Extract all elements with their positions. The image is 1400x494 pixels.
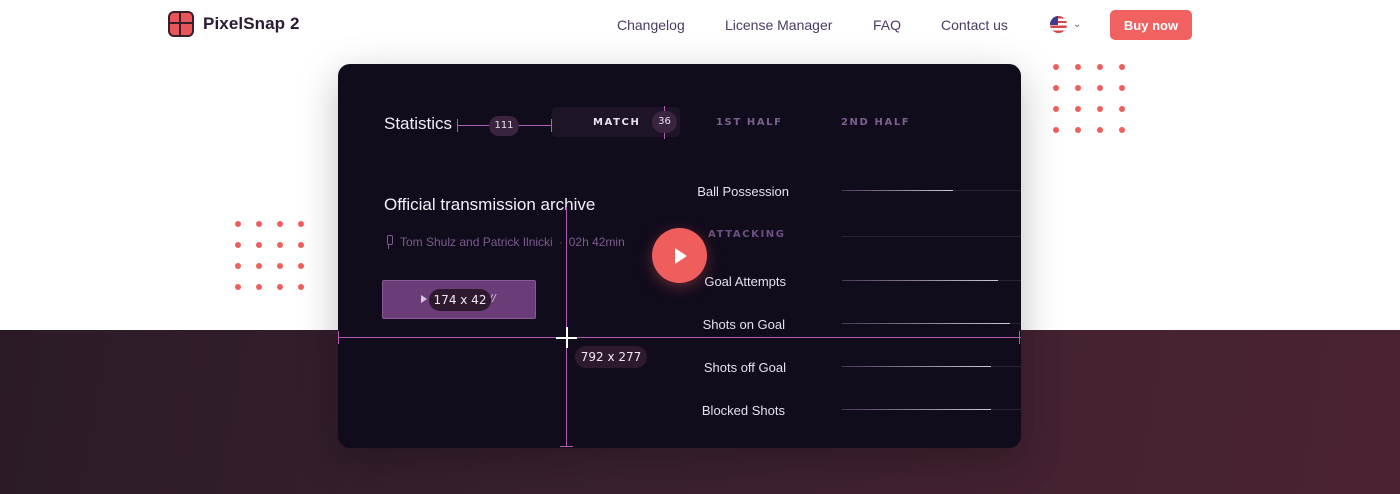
measure-horizontal-line xyxy=(338,337,1021,338)
play-small-icon xyxy=(421,295,427,303)
stat-label-shots-on-goal: Shots on Goal xyxy=(702,317,785,332)
us-flag-icon xyxy=(1050,16,1067,33)
duration: 02h 42min xyxy=(568,235,625,249)
nav-license-manager[interactable]: License Manager xyxy=(725,17,832,33)
language-selector[interactable]: ⌄ xyxy=(1050,16,1081,33)
archive-meta: Tom Shulz and Patrick Ilnicki · 02h 42mi… xyxy=(384,235,625,249)
section-label-attacking: ATTACKING xyxy=(708,229,786,240)
brand-logo[interactable]: PixelSnap 2 xyxy=(168,11,300,37)
tab-second-half[interactable]: 2ND HALF xyxy=(841,117,910,128)
microphone-icon xyxy=(384,235,394,249)
button-size-label: 174 x 42 xyxy=(429,289,491,311)
gap-width-label: 111 xyxy=(489,116,519,136)
tab-match-label: MATCH xyxy=(593,117,641,128)
nav-changelog[interactable]: Changelog xyxy=(617,17,685,33)
measure-h-cap-left xyxy=(338,331,339,344)
archive-title: Official transmission archive xyxy=(384,195,596,214)
area-size-label: 792 x 277 xyxy=(575,346,647,368)
play-video-button[interactable] xyxy=(652,228,707,283)
chevron-down-icon: ⌄ xyxy=(1073,19,1082,30)
statistics-heading: Statistics xyxy=(384,114,453,133)
decorative-dots-left xyxy=(235,221,304,290)
nav-contact-us[interactable]: Contact us xyxy=(941,17,1008,33)
stat-label-blocked-shots: Blocked Shots xyxy=(701,403,785,418)
stat-label-goal-attempts: Goal Attempts xyxy=(704,274,786,289)
measure-gap-cap-left xyxy=(457,119,458,132)
tab-first-half[interactable]: 1ST HALF xyxy=(716,117,783,128)
authors: Tom Shulz and Patrick Ilnicki xyxy=(400,235,553,249)
stat-bar-ball-possession xyxy=(842,190,1021,191)
stat-bar-blocked-shots xyxy=(842,409,1021,410)
stat-bar-shots-off-goal xyxy=(842,366,1021,367)
brand-name: PixelSnap 2 xyxy=(203,14,300,33)
top-navbar: PixelSnap 2 Changelog License Manager FA… xyxy=(0,0,1400,50)
stat-bar-goal-attempts xyxy=(842,280,1021,281)
pixelsnap-logo-icon xyxy=(168,11,194,37)
stat-bar-shots-on-goal xyxy=(842,323,1021,324)
nav-faq[interactable]: FAQ xyxy=(873,17,901,33)
measure-v-cap-bottom xyxy=(560,446,573,447)
meta-separator: · xyxy=(558,235,563,249)
stat-label-shots-off-goal: Shots off Goal xyxy=(703,360,786,375)
measure-gap-cap-right xyxy=(551,119,552,132)
buy-now-button[interactable]: Buy now xyxy=(1110,10,1192,40)
decorative-dots-right xyxy=(1053,64,1125,133)
measure-h-cap-right xyxy=(1019,331,1020,344)
tab-height-label: 36 xyxy=(652,111,677,133)
stat-label-ball-possession: Ball Possession xyxy=(697,184,789,199)
crosshair-cursor-icon-vertical xyxy=(566,327,568,348)
stat-bar-divider xyxy=(842,236,1021,237)
